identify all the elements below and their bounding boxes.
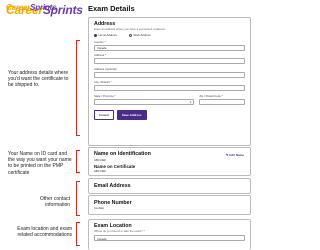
page: CareerSprints Exam Details Your address …: [0, 0, 320, 250]
logo-footer-part-sprints: Sprints: [30, 3, 57, 12]
careersprints-logo-footer: CareerSprints: [6, 3, 314, 246]
logo-footer-part-career: Career: [6, 3, 31, 12]
